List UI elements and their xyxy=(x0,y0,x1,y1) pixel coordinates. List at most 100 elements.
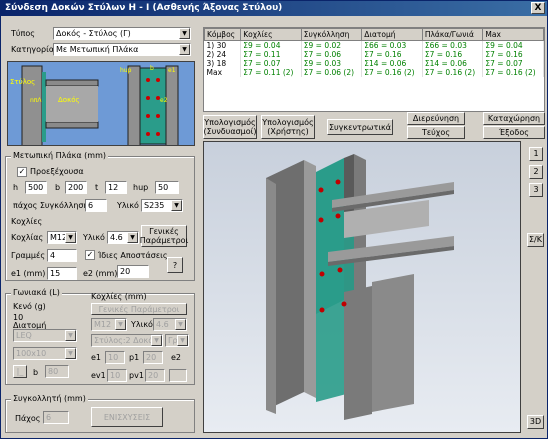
category-select[interactable]: Με Μετωπική Πλάκα ▼ xyxy=(53,43,191,56)
close-button[interactable]: X xyxy=(531,2,545,14)
window-title: Σύνδεση Δοκών Στύλων H - I (Ασθενής Άξον… xyxy=(5,3,283,13)
table-cell: 3) 18 xyxy=(204,59,242,68)
calc-user-button[interactable]: Υπολογισμός (Χρήστης) xyxy=(261,115,315,139)
investigate-button[interactable]: Διερεύνηση xyxy=(407,112,465,125)
angle-general-params-button[interactable]: Γενικές Παράμετροι xyxy=(91,303,187,315)
plate-material-select[interactable]: S235 ▼ xyxy=(141,199,183,212)
type-select[interactable]: Δοκός - Στύλος (Γ) ▼ xyxy=(53,27,191,40)
table-row[interactable]: 2) 24 Σ7 = 0.11 Σ7 = 0.06 Σ7 = 0.16 Σ7 = 0.1… xyxy=(204,50,544,59)
bolt-select[interactable]: M12 ▼ xyxy=(47,231,77,244)
angle-material-select[interactable]: 4.6 ▼ xyxy=(153,318,187,331)
arrangement-select[interactable]: Στύλος:2 Δοκός: ▼ xyxy=(91,334,163,347)
view-tab-1[interactable]: 1 xyxy=(529,147,543,161)
table-cell: Σ7 = 0.06 (2) xyxy=(301,68,363,77)
angle-bolts-title: Κοχλίες (mm) xyxy=(91,292,147,301)
view-tab-3[interactable]: 3 xyxy=(529,183,543,197)
chevron-down-icon[interactable]: ▼ xyxy=(151,335,162,346)
table-cell: Σ7 = 0.11 xyxy=(240,50,302,59)
angle-b-label: b xyxy=(33,368,39,377)
angle-shape-button[interactable]: |_ xyxy=(13,365,27,378)
rows-input[interactable]: 4 xyxy=(47,249,77,262)
column-header[interactable]: Πλάκα/Γωνιά xyxy=(421,28,484,41)
angle-bolt-value: M12 xyxy=(94,320,112,329)
table-cell: Σ66 = 0.03 xyxy=(361,40,423,50)
protruding-checkbox[interactable]: ✓ xyxy=(17,167,27,177)
b-label: b xyxy=(55,183,61,192)
angle-ev1-label: ev1 xyxy=(91,371,106,380)
b-label: b xyxy=(150,65,154,72)
angle-b-input[interactable]: 80 xyxy=(45,365,69,378)
e2-input[interactable]: 20 xyxy=(117,265,149,278)
chevron-down-icon[interactable]: ▼ xyxy=(179,28,190,39)
view-tab-3d[interactable]: 3D xyxy=(527,415,544,429)
column-header[interactable]: Διατομή xyxy=(361,28,423,41)
angle-bolt-select[interactable]: M12 ▼ xyxy=(91,318,127,331)
chevron-down-icon[interactable]: ▼ xyxy=(65,232,76,243)
weld-title: Συγκολλητή (mm) xyxy=(11,394,88,403)
chevron-down-icon[interactable]: ▼ xyxy=(115,319,126,330)
angle-e2-label: e2 xyxy=(171,353,182,362)
table-row[interactable]: 1) 30 Σ9 = 0.04 Σ9 = 0.02 Σ66 = 0.03 Σ66 = 0… xyxy=(204,40,544,50)
calc-combinations-button[interactable]: Υπολογισμός (Συνδυασμοί) xyxy=(203,115,257,139)
booklet-button[interactable]: Τεύχος xyxy=(407,126,465,139)
general-params-button[interactable]: Γενικές Παράμετροι xyxy=(140,225,188,247)
t-input[interactable]: 12 xyxy=(105,181,127,194)
help-button[interactable]: ? xyxy=(167,257,183,273)
title-bar: Σύνδεση Δοκών Στύλων H - I (Ασθενής Άξον… xyxy=(1,1,547,16)
section-type-select[interactable]: LEQ ▼ xyxy=(13,329,77,342)
column-header[interactable]: Κόμβος xyxy=(204,28,242,41)
arrangement2-select[interactable]: Γρ. ▼ xyxy=(165,334,189,347)
table-cell: Σ7 = 0.07 xyxy=(240,59,302,68)
chevron-down-icon[interactable]: ▼ xyxy=(177,335,188,346)
chevron-down-icon[interactable]: ▼ xyxy=(179,44,190,55)
angle-extra-input[interactable] xyxy=(169,369,187,382)
table-cell: Σ9 = 0.02 xyxy=(301,40,363,50)
view-tab-sk[interactable]: Σ/Κ xyxy=(527,233,544,247)
chevron-down-icon[interactable]: ▼ xyxy=(171,200,182,211)
summary-button[interactable]: Συγκεντρωτικά xyxy=(327,119,393,135)
chevron-down-icon[interactable]: ▼ xyxy=(65,348,76,359)
main-window: Σύνδεση Δοκών Στύλων H - I (Ασθενής Άξον… xyxy=(0,0,548,439)
section-size-select[interactable]: 100x10 ▼ xyxy=(13,347,77,360)
e2-label: e2 (mm) xyxy=(83,269,118,278)
column-label: Στύλος xyxy=(10,78,35,86)
protruding-label: Προεξέχουσα xyxy=(30,167,84,176)
b-input[interactable]: 200 xyxy=(65,181,87,194)
table-cell: 2) 24 xyxy=(204,50,242,59)
table-row[interactable]: 3) 18 Σ7 = 0.07 Σ9 = 0.03 Σ14 = 0.06 Σ14 = 0… xyxy=(204,59,544,68)
exit-button[interactable]: Έξοδος xyxy=(483,126,545,139)
table-row[interactable]: Max Σ7 = 0.11 (2) Σ7 = 0.06 (2) Σ7 = 0.16 (… xyxy=(204,68,544,77)
same-distances-checkbox[interactable]: ✓ xyxy=(85,250,95,260)
table-cell: Σ7 = 0.16 xyxy=(422,50,484,59)
beam-label: Δοκός xyxy=(58,96,80,104)
register-button[interactable]: Καταχώρηση xyxy=(483,112,545,125)
h-label: h xyxy=(13,183,19,192)
e2-label: e2 xyxy=(160,97,168,104)
same-distances-label: Ίδιες Αποστάσεις xyxy=(98,251,168,260)
e1-input[interactable]: 15 xyxy=(47,267,77,280)
angle-ev1-input[interactable]: 10 xyxy=(107,369,127,382)
section-size-value: 100x10 xyxy=(16,349,47,358)
column-header[interactable]: Συγκόλληση xyxy=(300,28,363,41)
column-header[interactable]: Max xyxy=(482,28,544,41)
chevron-down-icon[interactable]: ▼ xyxy=(127,232,138,243)
angle-pv1-input[interactable]: 20 xyxy=(145,369,165,382)
bolt-material-select[interactable]: 4.6 ▼ xyxy=(107,231,139,244)
table-cell: Σ9 = 0.04 xyxy=(240,40,302,50)
chevron-down-icon[interactable]: ▼ xyxy=(65,330,76,341)
bolt-label: Κοχλίας xyxy=(11,233,44,242)
reinforcements-button[interactable]: ΕΝΙΣΧΥΣΕΙΣ xyxy=(91,407,163,427)
view-tab-2[interactable]: 2 xyxy=(529,165,543,179)
angle-p1-input[interactable]: 20 xyxy=(143,351,163,364)
weld-thickness-label: πάχος Συγκόλλησης xyxy=(13,201,94,210)
weld-thickness-input2[interactable]: 6 xyxy=(43,411,69,424)
3d-view[interactable] xyxy=(203,141,521,433)
hup-input[interactable]: 50 xyxy=(155,181,179,194)
chevron-down-icon[interactable]: ▼ xyxy=(175,319,186,330)
results-table[interactable]: Κόμβος Κοχλίες Συγκόλληση Διατομή Πλάκα/Γωνι… xyxy=(203,27,545,112)
weld-thickness-input[interactable]: 6 xyxy=(85,199,107,212)
angle-title: Γωνιακά (L) xyxy=(11,288,62,297)
column-header[interactable]: Κοχλίες xyxy=(240,28,302,41)
h-input[interactable]: 500 xyxy=(25,181,47,194)
angle-e1-input[interactable]: 10 xyxy=(105,351,125,364)
